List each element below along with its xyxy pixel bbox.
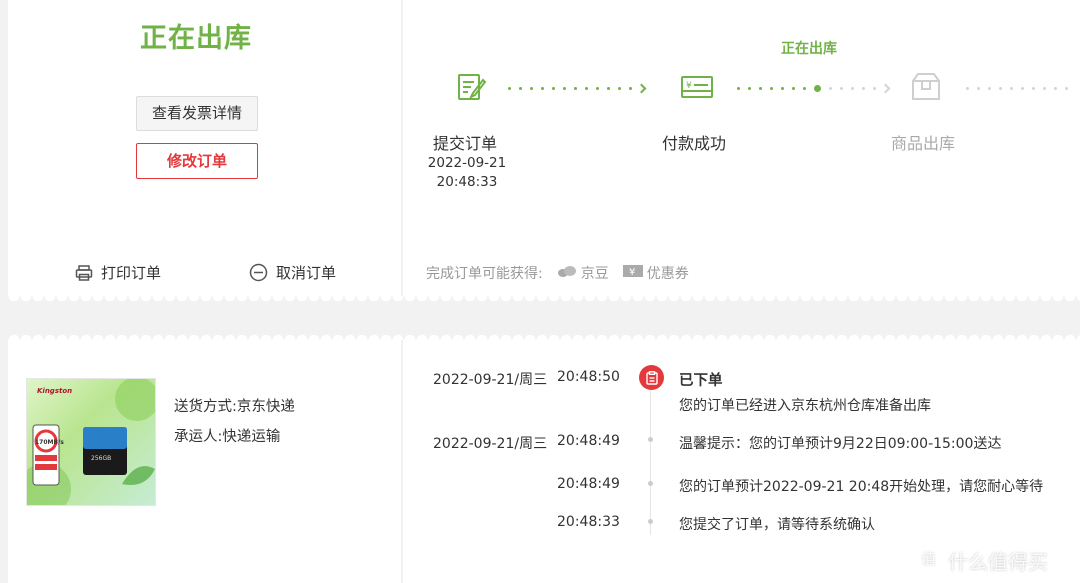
log-text: 您提交了订单，请等待系统确认 (679, 517, 875, 533)
reward-label: 完成订单可能获得: (426, 266, 543, 282)
printer-icon (75, 264, 93, 282)
shipping-method-row: 送货方式:京东快递 (174, 395, 295, 416)
jingdou-icon (557, 264, 577, 282)
product-image[interactable]: Kingston 170MB/s 256GB (26, 378, 156, 506)
watermark: 值 什么值得买 (912, 543, 1048, 578)
view-invoice-button[interactable]: 查看发票详情 (136, 96, 258, 131)
svg-text:¥: ¥ (686, 81, 692, 91)
step-payment-label: 付款成功 (662, 134, 727, 153)
product-brand-text: Kingston (37, 387, 73, 395)
coupon-icon: ¥ (622, 264, 643, 282)
step-submit-time: 20:48:33 (436, 174, 498, 190)
reward-coupon: ¥ 优惠券 (622, 263, 689, 283)
timeline-dot (648, 519, 653, 524)
print-order-link[interactable]: 打印订单 (75, 262, 161, 283)
reward-coupon-label: 优惠券 (646, 266, 689, 282)
package-box-icon (910, 71, 942, 103)
step-submit-label: 提交订单 (433, 134, 498, 153)
modify-order-button[interactable]: 修改订单 (136, 143, 258, 179)
log-time: 20:48:49 (557, 433, 620, 449)
payment-card-icon: ¥ (680, 71, 713, 103)
print-order-label: 打印订单 (101, 264, 162, 282)
carrier-row: 承运人:快递运输 (174, 425, 280, 446)
order-status-title: 正在出库 (140, 23, 252, 54)
logistics-timeline-line (650, 388, 651, 535)
progress-connector-3 (966, 86, 1068, 90)
order-placed-icon (639, 365, 664, 390)
order-progress-panel (403, 0, 1080, 296)
log-time: 20:48:33 (557, 514, 620, 530)
smzdm-logo-icon: 值 (912, 543, 942, 578)
progress-connector-1 (508, 83, 647, 93)
reward-row: 完成订单可能获得: 京豆 ¥ 优惠券 (426, 263, 689, 283)
log-text: 温馨提示：您的订单预计9月22日09:00-15:00送达 (679, 436, 1002, 452)
product-speed-text: 170MB/s (35, 439, 64, 446)
product-capacity-text: 256GB (91, 455, 112, 462)
reward-jingdou: 京豆 (557, 263, 609, 283)
reward-jingdou-label: 京豆 (580, 266, 609, 282)
cancel-order-link[interactable]: 取消订单 (249, 262, 336, 283)
svg-text:¥: ¥ (629, 267, 635, 278)
timeline-dot (648, 481, 653, 486)
step-submit-date: 2022-09-21 (427, 155, 507, 171)
zigzag-divider-bottom (8, 332, 1080, 340)
minus-circle-icon (249, 263, 268, 282)
cancel-order-label: 取消订单 (276, 264, 337, 282)
carrier-label: 承运人: (174, 429, 223, 445)
watermark-text: 什么值得买 (948, 550, 1048, 574)
zigzag-divider-top (8, 296, 1080, 304)
current-step-label: 正在出库 (781, 41, 837, 57)
log-title: 已下单 (679, 373, 723, 389)
svg-text:值: 值 (921, 550, 936, 568)
step-outbound-label: 商品出库 (891, 134, 956, 153)
log-time: 20:48:50 (557, 369, 620, 385)
edit-document-icon (456, 71, 488, 103)
progress-connector-2 (737, 83, 891, 93)
log-date: 2022-09-21/周三 (433, 372, 548, 388)
shipping-method-value: 京东快递 (236, 399, 295, 415)
shipping-method-label: 送货方式: (174, 399, 237, 415)
timeline-dot (648, 437, 653, 442)
log-text: 您的订单预计2022-09-21 20:48开始处理，请您耐心等待 (679, 479, 1044, 495)
log-date: 2022-09-21/周三 (433, 436, 548, 452)
log-text: 您的订单已经进入京东杭州仓库准备出库 (679, 398, 931, 414)
log-time: 20:48:49 (557, 476, 620, 492)
carrier-value: 快递运输 (222, 429, 281, 445)
